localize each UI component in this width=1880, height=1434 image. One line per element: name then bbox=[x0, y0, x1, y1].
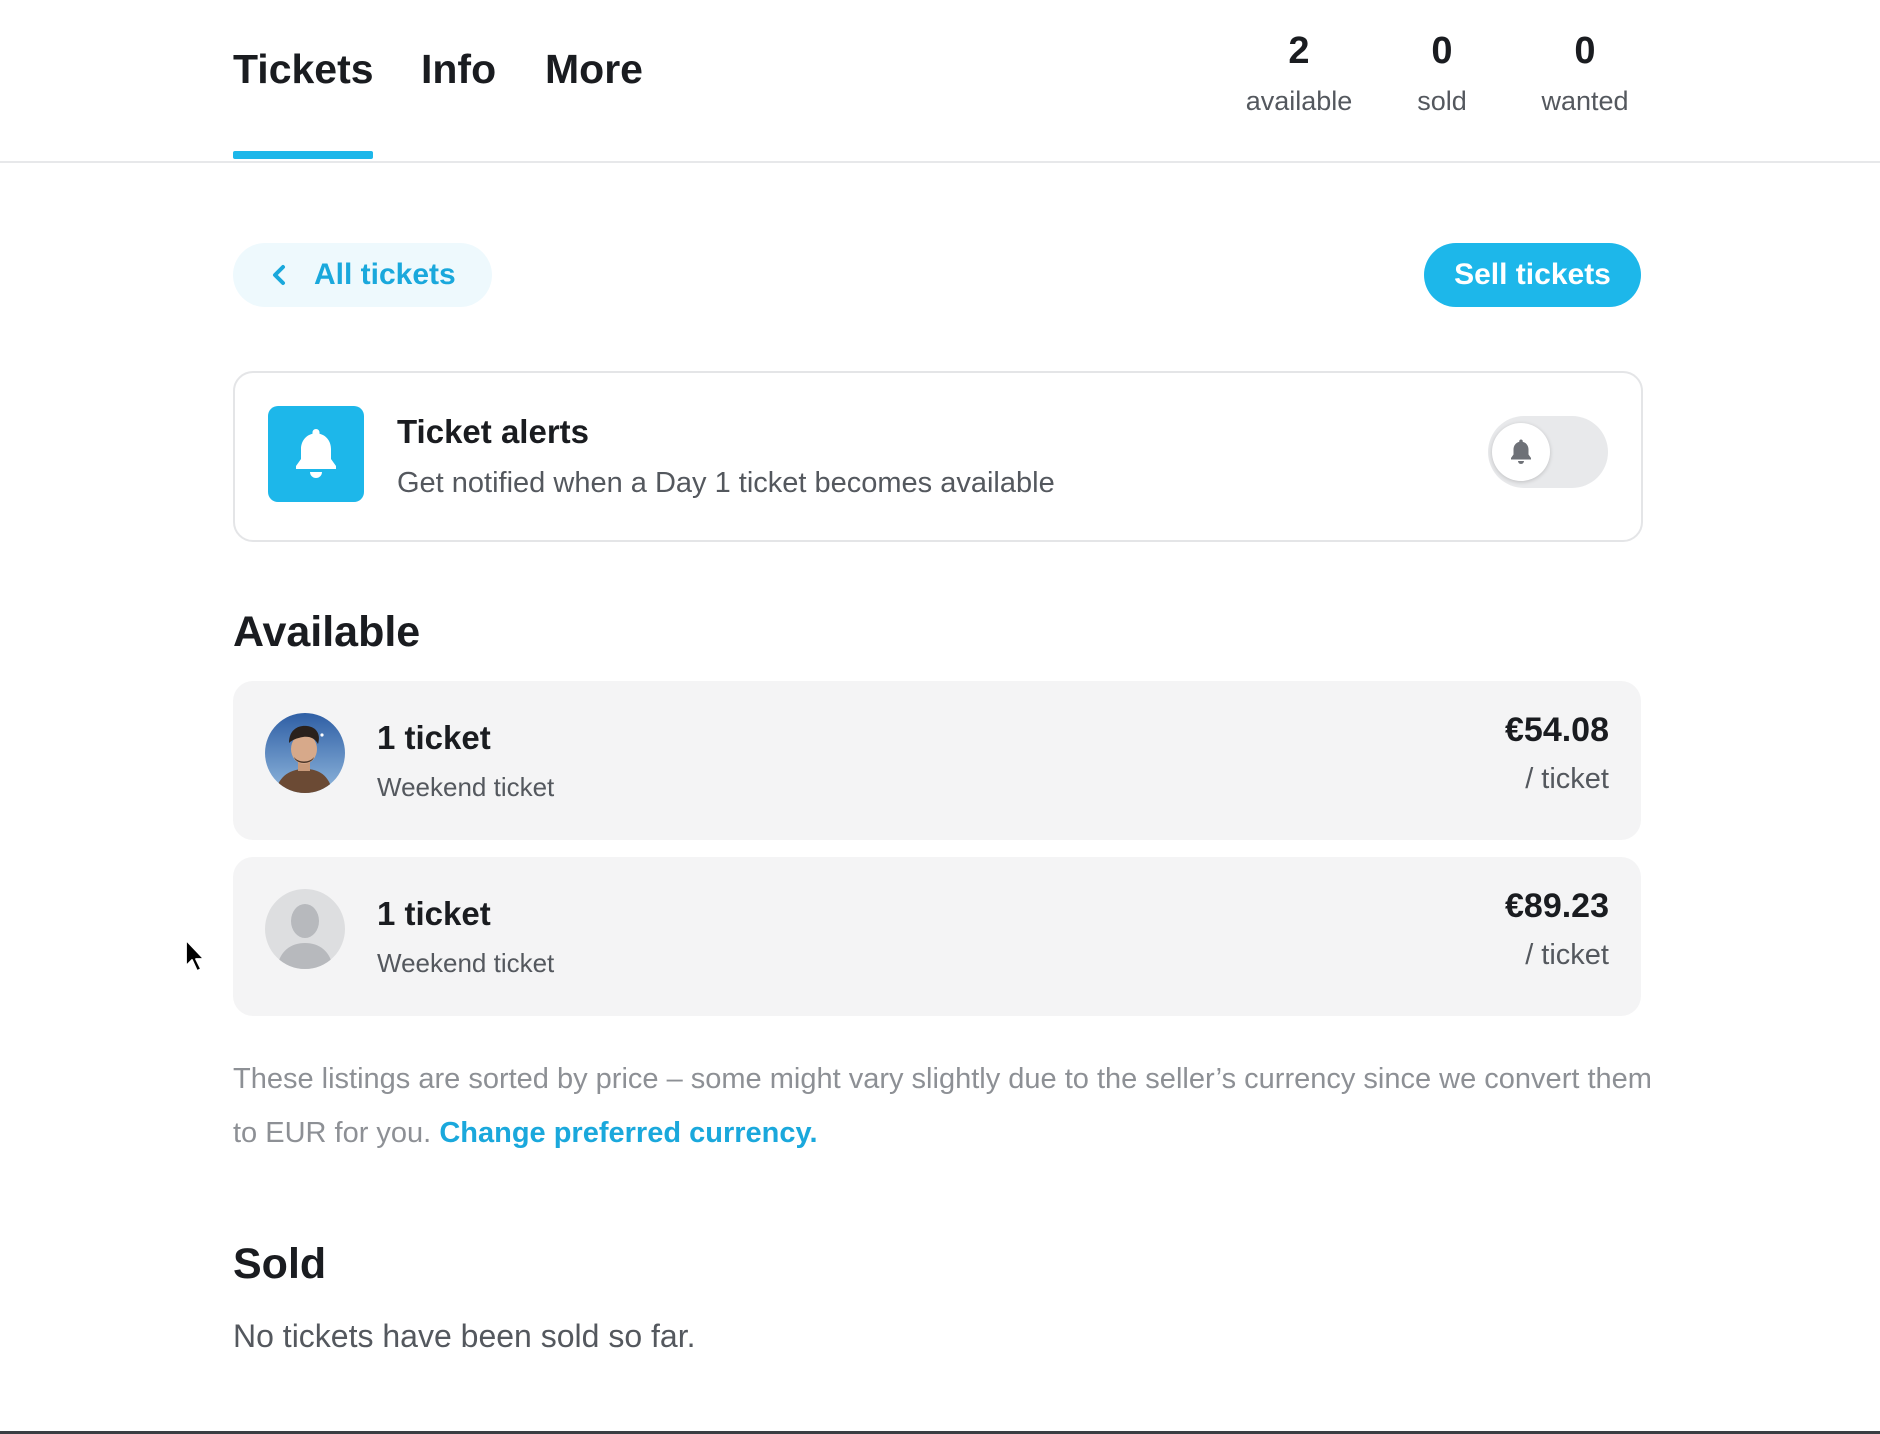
listing-ticket-type: Weekend ticket bbox=[377, 772, 555, 802]
ticket-alerts-card: Ticket alerts Get notified when a Day 1 … bbox=[233, 371, 1643, 542]
stat-wanted-count: 0 bbox=[1574, 30, 1596, 72]
available-heading: Available bbox=[233, 608, 421, 656]
ticket-alerts-title: Ticket alerts bbox=[397, 413, 590, 450]
tab-tickets[interactable]: Tickets bbox=[233, 46, 374, 93]
bell-icon bbox=[1511, 439, 1531, 464]
stat-wanted: 0 wanted bbox=[1515, 28, 1655, 116]
listing-row[interactable]: 1 ticket Weekend ticket €54.08 / ticket bbox=[233, 681, 1641, 840]
stat-available-label: available bbox=[1245, 86, 1353, 116]
sell-tickets-button[interactable]: Sell tickets bbox=[1424, 243, 1641, 307]
stat-sold: 0 sold bbox=[1372, 28, 1512, 116]
ticket-alerts-toggle[interactable] bbox=[1488, 416, 1608, 488]
toggle-knob bbox=[1492, 423, 1550, 481]
mouse-pointer-icon bbox=[185, 939, 205, 972]
listing-price: €89.23 bbox=[1505, 887, 1609, 925]
listing-price-unit: / ticket bbox=[1525, 939, 1609, 971]
tab-info[interactable]: Info bbox=[421, 46, 496, 93]
tab-more[interactable]: More bbox=[545, 46, 643, 93]
seller-photo bbox=[265, 713, 345, 793]
listing-price: €54.08 bbox=[1505, 711, 1609, 749]
listing-ticket-type: Weekend ticket bbox=[377, 948, 555, 978]
sold-heading: Sold bbox=[233, 1240, 327, 1288]
alert-icon-box bbox=[268, 406, 364, 502]
listing-row[interactable]: 1 ticket Weekend ticket €89.23 / ticket bbox=[233, 857, 1641, 1016]
top-nav: Tickets Info More 2 available 0 sold 0 w… bbox=[0, 0, 1880, 163]
listing-quantity: 1 ticket bbox=[377, 895, 491, 932]
chevron-left-icon bbox=[273, 265, 285, 285]
all-tickets-label: All tickets bbox=[314, 258, 456, 291]
sorting-note: These listings are sorted by price – som… bbox=[233, 1052, 1653, 1160]
active-tab-indicator bbox=[233, 151, 373, 159]
ticket-alerts-subtitle: Get notified when a Day 1 ticket becomes… bbox=[397, 467, 1055, 499]
seller-avatar bbox=[265, 889, 345, 969]
change-currency-link[interactable]: Change preferred currency. bbox=[439, 1117, 817, 1149]
bell-icon bbox=[296, 429, 336, 478]
stat-sold-label: sold bbox=[1417, 86, 1467, 116]
user-silhouette-icon bbox=[265, 889, 345, 969]
seller-avatar bbox=[265, 713, 345, 793]
stat-sold-count: 0 bbox=[1431, 30, 1453, 72]
sold-empty-message: No tickets have been sold so far. bbox=[233, 1318, 696, 1354]
listing-quantity: 1 ticket bbox=[377, 719, 491, 756]
stat-available: 2 available bbox=[1229, 28, 1369, 116]
stat-available-count: 2 bbox=[1288, 30, 1310, 72]
ticket-page: Tickets Info More 2 available 0 sold 0 w… bbox=[0, 0, 1880, 1434]
all-tickets-button[interactable]: All tickets bbox=[233, 243, 492, 307]
stat-wanted-label: wanted bbox=[1541, 86, 1629, 116]
listing-price-unit: / ticket bbox=[1525, 763, 1609, 795]
